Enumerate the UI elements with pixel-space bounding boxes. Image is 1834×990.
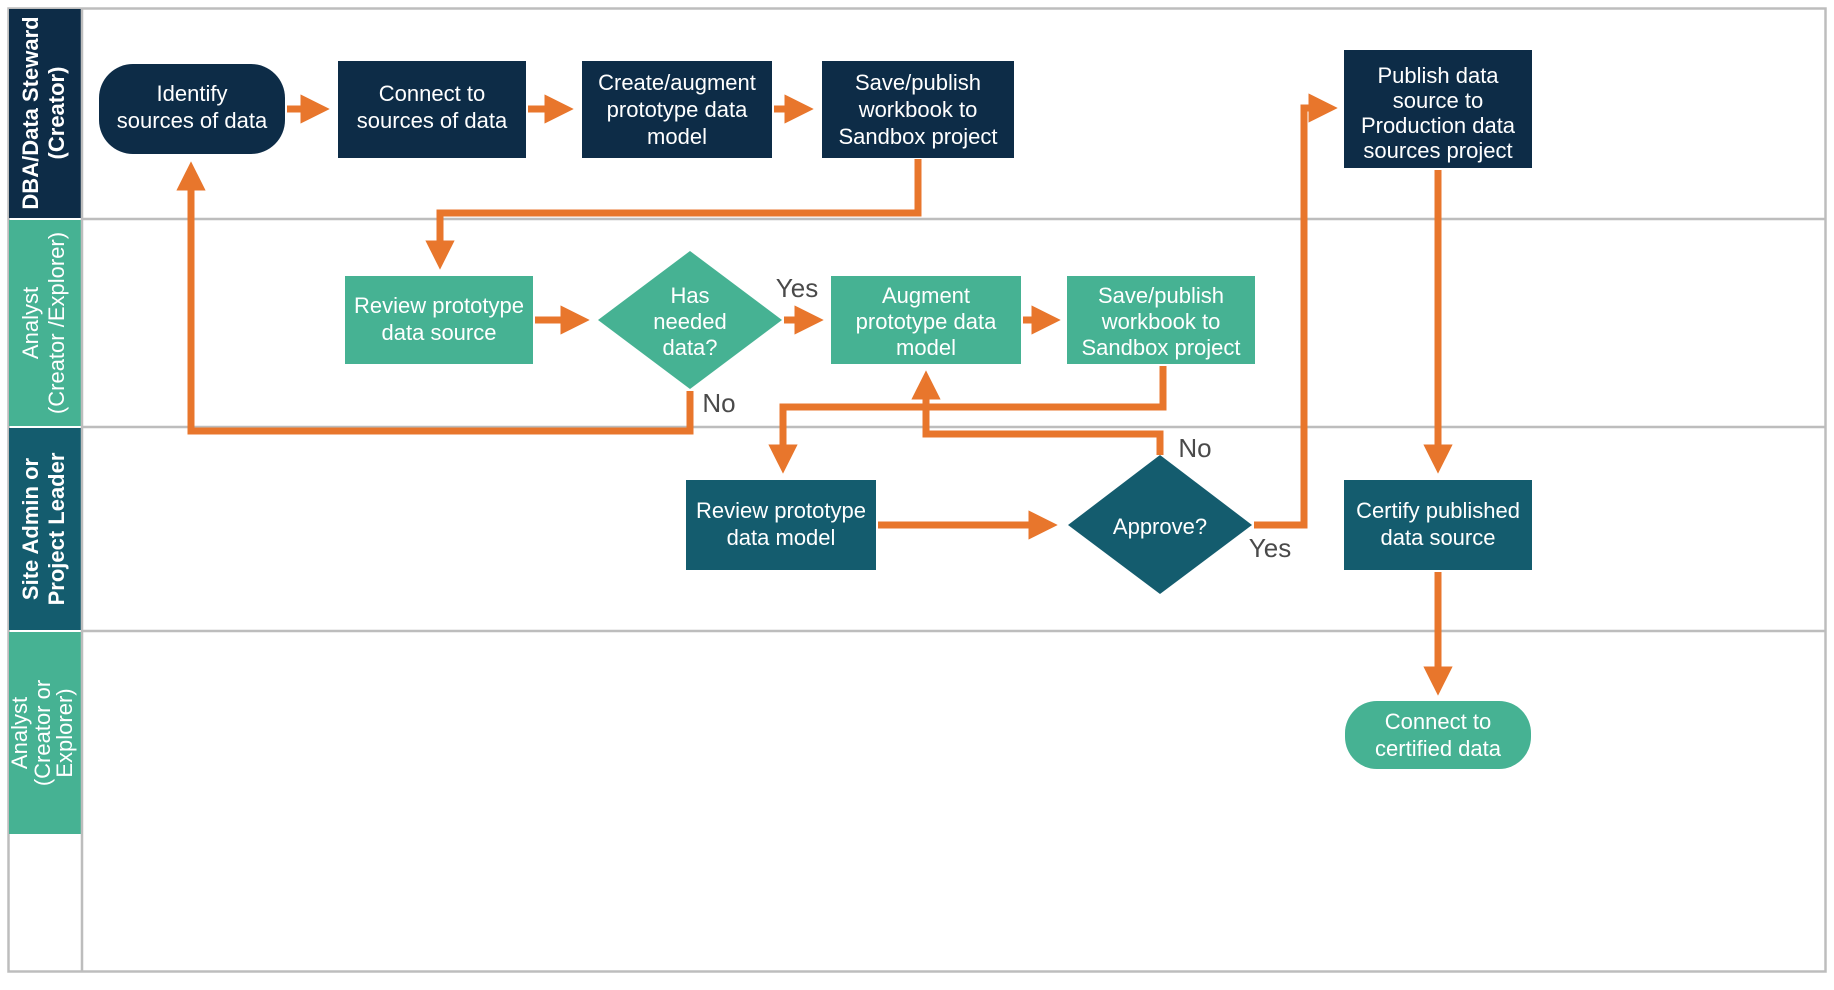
node-save-publish-2-line2: workbook to [1101, 309, 1221, 334]
node-publish-production-line1: Publish data [1377, 63, 1499, 88]
node-certify-line1: Certify published [1356, 498, 1520, 523]
node-publish-production-line3: Production data [1361, 113, 1516, 138]
node-save-publish-1-line2: workbook to [858, 97, 978, 122]
node-save-publish-2-line3: Sandbox project [1082, 335, 1241, 360]
node-create-augment-line1: Create/augment [598, 70, 756, 95]
lane-band-site-admin: Site Admin or Project Leader [9, 428, 81, 630]
node-augment-line1: Augment [882, 283, 970, 308]
node-connect-certified-line2: certified data [1375, 736, 1502, 761]
node-review-source-line1: Review prototype [354, 293, 524, 318]
swimlane-diagram-canvas: DBA/Data Steward (Creator) Analyst (Crea… [0, 0, 1834, 990]
node-connect-sources[interactable]: Connect to sources of data [338, 61, 526, 158]
edge-label-yes-has-data: Yes [776, 273, 818, 303]
node-review-source-line2: data source [382, 320, 497, 345]
node-save-publish-sandbox-2[interactable]: Save/publish workbook to Sandbox project [1067, 276, 1255, 364]
node-connect-sources-line2: sources of data [357, 108, 508, 133]
node-publish-production-line4: sources project [1363, 138, 1512, 163]
node-augment-line2: prototype data [856, 309, 997, 334]
node-connect-sources-line1: Connect to [379, 81, 485, 106]
node-has-needed-data-line1: Has [670, 283, 709, 308]
lane-label-analyst1-line1: Analyst [18, 287, 43, 359]
node-review-model-line2: data model [727, 525, 836, 550]
node-certify-line2: data source [1381, 525, 1496, 550]
lane-band-analyst-explorer: Analyst (Creator /Explorer) [9, 220, 81, 426]
lane-label-analyst1-line2: (Creator /Explorer) [44, 232, 69, 414]
node-create-augment-model[interactable]: Create/augment prototype data model [582, 61, 772, 158]
node-identify-sources-line1: Identify [157, 81, 228, 106]
node-create-augment-line3: model [647, 124, 707, 149]
node-publish-production-line2: source to [1393, 88, 1484, 113]
node-identify-sources-line2: sources of data [117, 108, 268, 133]
edge-label-no-approve: No [1178, 433, 1211, 463]
node-connect-certified[interactable]: Connect to certified data [1345, 701, 1531, 769]
node-create-augment-line2: prototype data [607, 97, 748, 122]
lane-label-admin-line2: Project Leader [44, 452, 69, 605]
edge-label-yes-approve: Yes [1249, 533, 1291, 563]
lane-label-analyst2-line3: Explorer) [52, 688, 77, 777]
node-certify-published[interactable]: Certify published data source [1344, 480, 1532, 570]
lane-label-admin-line1: Site Admin or [18, 457, 43, 600]
node-augment-line3: model [896, 335, 956, 360]
node-approve-label: Approve? [1113, 514, 1207, 539]
node-has-needed-data-line3: data? [662, 335, 717, 360]
node-save-publish-2-line1: Save/publish [1098, 283, 1224, 308]
node-save-publish-sandbox-1[interactable]: Save/publish workbook to Sandbox project [822, 61, 1014, 158]
lane-band-dba: DBA/Data Steward (Creator) [9, 9, 81, 218]
lane-band-analyst-creator-explorer: Analyst (Creator or Explorer) [7, 632, 81, 834]
node-save-publish-1-line3: Sandbox project [839, 124, 998, 149]
edge-label-no-has-data: No [702, 388, 735, 418]
node-connect-certified-line1: Connect to [1385, 709, 1491, 734]
node-review-model-line1: Review prototype [696, 498, 866, 523]
lane-label-analyst2-line1: Analyst [7, 697, 32, 769]
node-save-publish-1-line1: Save/publish [855, 70, 981, 95]
node-augment-prototype-model[interactable]: Augment prototype data model [831, 276, 1021, 364]
node-review-prototype-model[interactable]: Review prototype data model [686, 480, 876, 570]
lane-label-dba-line2: (Creator) [44, 67, 69, 160]
lane-label-dba-line1: DBA/Data Steward [18, 16, 43, 209]
flowchart-svg: DBA/Data Steward (Creator) Analyst (Crea… [7, 7, 1827, 973]
node-publish-production[interactable]: Publish data source to Production data s… [1344, 50, 1532, 168]
node-review-prototype-source[interactable]: Review prototype data source [345, 276, 533, 364]
node-identify-sources[interactable]: Identify sources of data [99, 64, 285, 154]
node-has-needed-data-line2: needed [653, 309, 726, 334]
